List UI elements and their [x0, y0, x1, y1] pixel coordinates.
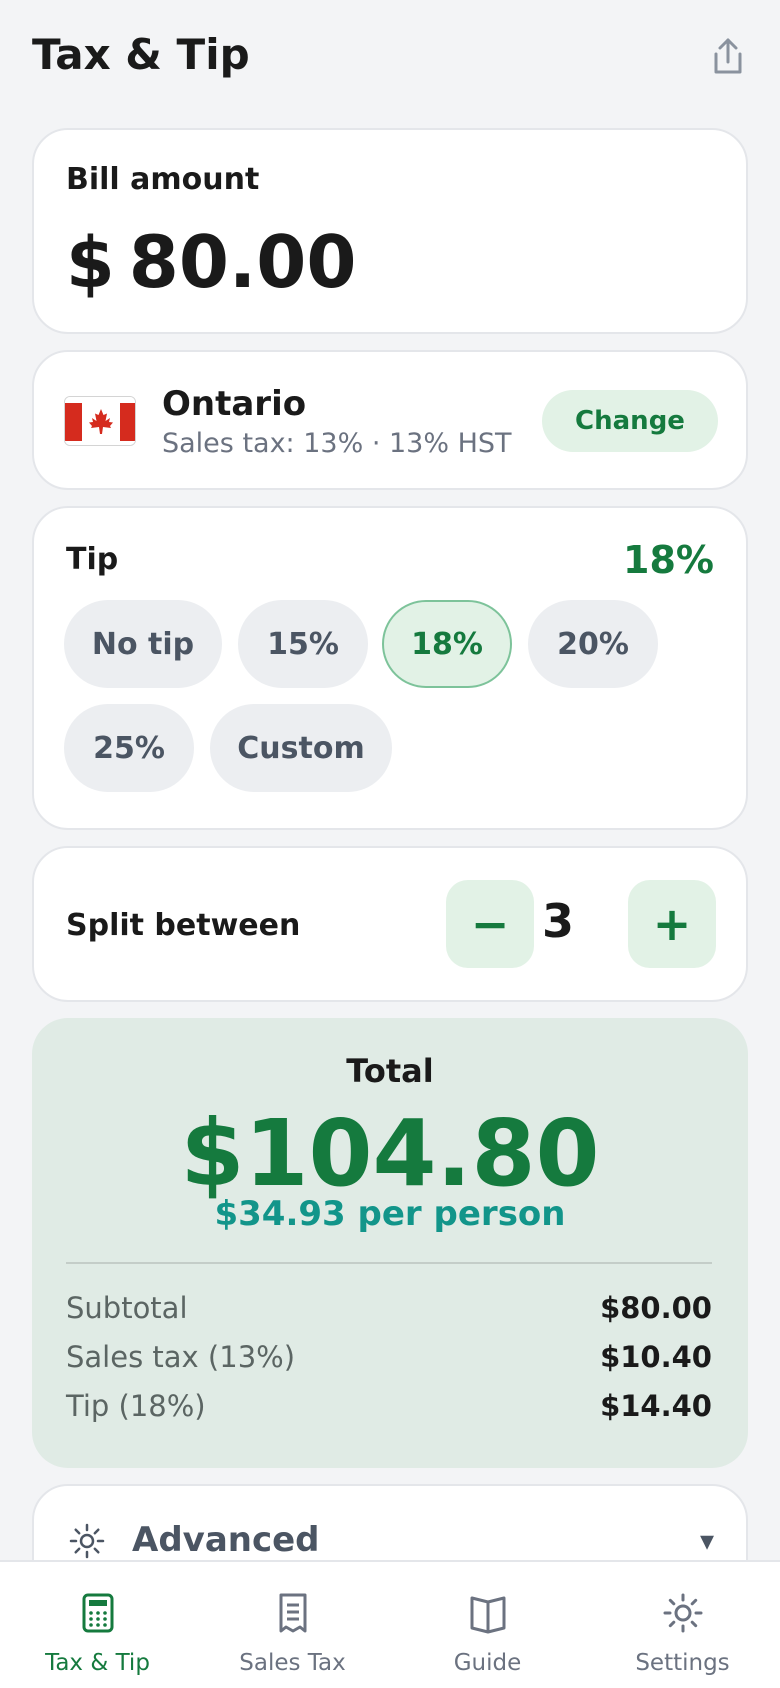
nav-item-sales-tax[interactable]: Sales Tax: [195, 1562, 390, 1688]
change-region-button[interactable]: Change: [542, 390, 718, 452]
breakdown-row-tip: Tip (18%) $14.40: [66, 1386, 712, 1426]
canada-flag-icon: [64, 396, 136, 446]
breakdown-label: Subtotal: [66, 1291, 188, 1325]
total-amount: $104.80: [180, 1100, 600, 1207]
currency-symbol: $: [66, 222, 115, 304]
nav-label: Settings: [635, 1650, 730, 1676]
total-card: Total $104.80 $34.93 per person Subtotal…: [32, 1018, 748, 1468]
calculator-icon: [82, 1593, 114, 1633]
breakdown-value: $80.00: [600, 1291, 712, 1325]
gear-icon: [69, 1523, 105, 1559]
region-tax-info: Sales tax: 13% · 13% HST: [162, 428, 512, 459]
share-button[interactable]: [706, 34, 750, 78]
gear-icon: [663, 1593, 703, 1633]
nav-item-tax-tip[interactable]: Tax & Tip: [0, 1562, 195, 1688]
nav-label: Tax & Tip: [45, 1650, 150, 1676]
tip-option-18[interactable]: 18%: [382, 600, 512, 688]
divider: [66, 1262, 712, 1264]
tip-current-value: 18%: [623, 538, 714, 582]
bill-amount-value[interactable]: 80.00: [129, 220, 357, 304]
bill-amount-input[interactable]: $ 80.00: [66, 220, 356, 304]
share-icon: [714, 38, 742, 74]
split-count: 3: [541, 894, 574, 948]
split-card: Split between − 3 +: [32, 846, 748, 1002]
tip-option-25[interactable]: 25%: [64, 704, 194, 792]
region-card: Ontario Sales tax: 13% · 13% HST Change: [32, 350, 748, 490]
nav-label: Guide: [453, 1650, 522, 1676]
tip-card: Tip 18% No tip 15% 18% 20% 25% Custom: [32, 506, 748, 830]
tip-option-20[interactable]: 20%: [528, 600, 658, 688]
breakdown-value: $14.40: [600, 1389, 712, 1423]
split-decrement-button[interactable]: −: [446, 880, 534, 968]
breakdown-row-sales-tax: Sales tax (13%) $10.40: [66, 1337, 712, 1377]
chevron-down-icon: ▾: [699, 1524, 714, 1557]
bill-amount-card[interactable]: Bill amount $ 80.00: [32, 128, 748, 334]
tip-option-no-tip[interactable]: No tip: [64, 600, 222, 688]
tip-label: Tip: [66, 542, 119, 577]
total-label: Total: [346, 1052, 434, 1090]
per-person-amount: $34.93 per person: [214, 1194, 566, 1234]
breakdown-value: $10.40: [600, 1340, 712, 1374]
book-icon: [470, 1596, 506, 1634]
advanced-label: Advanced: [132, 1520, 320, 1560]
split-label: Split between: [66, 908, 301, 943]
tip-option-15[interactable]: 15%: [238, 600, 368, 688]
nav-item-settings[interactable]: Settings: [585, 1562, 780, 1688]
tip-option-custom[interactable]: Custom: [210, 704, 392, 792]
page-title: Tax & Tip: [32, 30, 250, 79]
region-name: Ontario: [162, 384, 307, 424]
nav-label: Sales Tax: [239, 1650, 346, 1676]
breakdown-row-subtotal: Subtotal $80.00: [66, 1288, 712, 1328]
breakdown-label: Sales tax (13%): [66, 1340, 296, 1374]
split-increment-button[interactable]: +: [628, 880, 716, 968]
nav-item-guide[interactable]: Guide: [390, 1562, 585, 1688]
bill-amount-label: Bill amount: [66, 162, 260, 197]
header: Tax & Tip: [0, 0, 780, 110]
bottom-nav: Tax & Tip Sales Tax Guide Settings: [0, 1560, 780, 1688]
breakdown-label: Tip (18%): [66, 1389, 206, 1423]
receipt-icon: [279, 1593, 307, 1633]
